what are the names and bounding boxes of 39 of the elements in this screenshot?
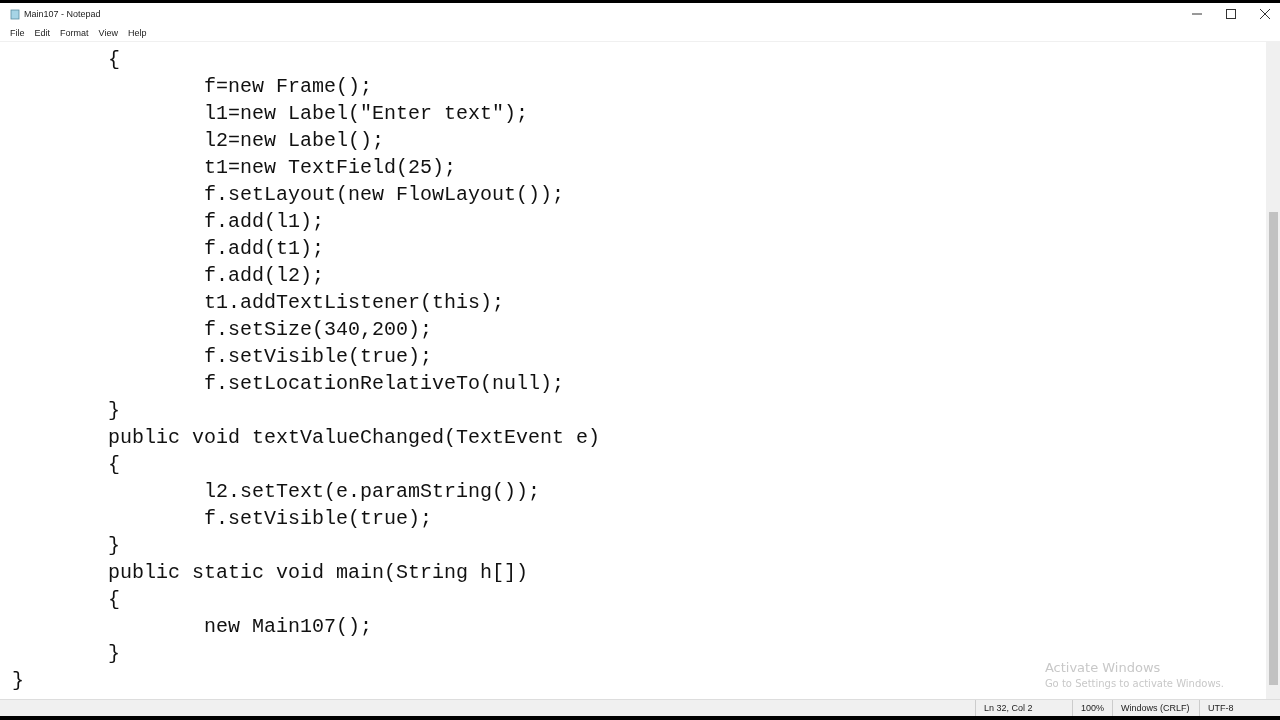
menu-item[interactable]: Format [60, 28, 89, 38]
code-line: { [107, 47, 121, 73]
close-icon [1260, 9, 1270, 19]
menu-item[interactable]: View [98, 28, 118, 38]
menu-item[interactable]: File [10, 28, 25, 38]
code-line: f.add(l2); [203, 263, 325, 289]
code-line: public void textValueChanged(TextEvent e) [107, 425, 601, 451]
code-line: public static void main(String h[]) [107, 560, 529, 586]
code-line: f.setSize(340,200); [203, 317, 433, 343]
code-line: { [107, 587, 121, 613]
code-line: l2.setText(e.paramString()); [203, 479, 541, 505]
code-line: f.setLocationRelativeTo(null); [203, 371, 565, 397]
code-line: t1=new TextField(25); [203, 155, 457, 181]
menu-item[interactable]: Help [127, 28, 147, 38]
code-line: f.add(t1); [203, 236, 325, 262]
status-text: UTF-8 [1199, 700, 1256, 716]
code-line: l2=new Label(); [203, 128, 385, 154]
window-title: Main107 - Notepad [24, 9, 102, 19]
scrollbar-thumb[interactable] [1268, 212, 1278, 685]
code-line: f.setVisible(true); [203, 506, 433, 532]
code-line: f=new Frame(); [203, 74, 373, 100]
code-line: { [107, 452, 121, 478]
code-line: t1.addTextListener(this); [203, 290, 505, 316]
code-line: new Main107(); [203, 614, 373, 640]
code-line: f.add(l1); [203, 209, 325, 235]
code-line: } [107, 398, 121, 424]
code-line: } [107, 641, 121, 667]
status-text: Ln 32, Col 2 [974, 700, 1072, 716]
code-line: f.setLayout(new FlowLayout()); [203, 182, 565, 208]
code-line: f.setVisible(true); [203, 344, 433, 370]
maximize-icon [1226, 9, 1236, 19]
code-line: } [12, 668, 24, 694]
notepad-icon [10, 8, 20, 20]
menu-item[interactable]: Edit [34, 28, 51, 38]
code-line: } [107, 533, 121, 559]
status-text: 100% [1071, 700, 1112, 716]
code-line: l1=new Label("Enter text"); [203, 101, 529, 127]
status-text: Windows (CRLF) [1112, 700, 1199, 716]
scrollbar[interactable] [1266, 42, 1280, 699]
